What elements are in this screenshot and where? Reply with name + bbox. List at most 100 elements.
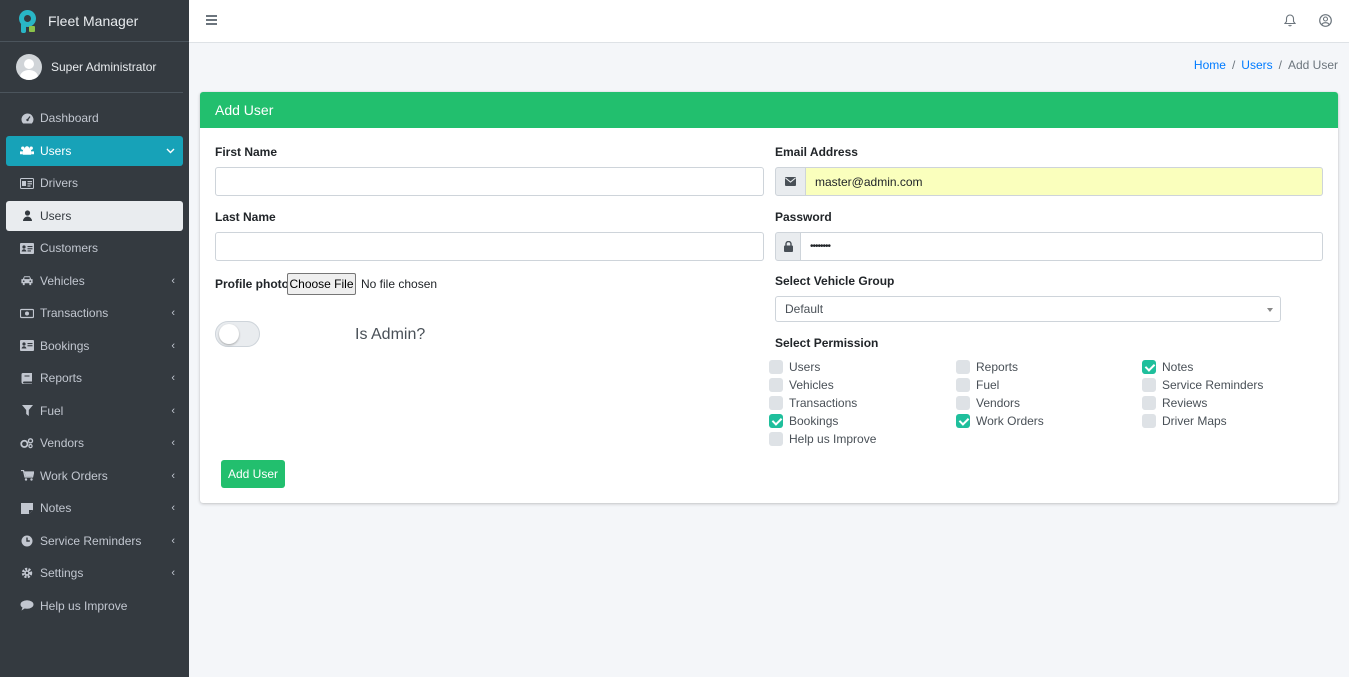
sidebar-item-work-orders[interactable]: Work Orders ‹ [6,461,183,491]
permission-label: Users [789,360,821,374]
email-input[interactable]: master@admin.com [806,167,1323,196]
checkbox-checked[interactable] [1142,360,1156,374]
checkbox-checked[interactable] [769,414,783,428]
sidebar-item-label: Fuel [40,403,64,418]
sidebar-item-help[interactable]: Help us Improve [6,591,183,621]
vehicle-group-select[interactable]: Default [775,296,1281,322]
brand[interactable]: Fleet Manager [0,0,189,42]
choose-file-button[interactable]: Choose File [287,273,356,295]
sidebar-item-bookings[interactable]: Bookings ‹ [6,331,183,361]
sidebar-item-reports[interactable]: Reports ‹ [6,363,183,393]
permission-transactions[interactable]: Transactions [769,396,857,410]
chevron-down-icon [166,145,175,157]
permission-label: Driver Maps [1162,414,1227,428]
last-name-label: Last Name [215,210,276,224]
sidebar-nav: Dashboard Users Drivers Users Customers … [0,103,189,621]
breadcrumb-home[interactable]: Home [1194,58,1226,72]
checkbox-checked[interactable] [956,414,970,428]
sidebar-item-label: Transactions [40,306,109,320]
permission-reviews[interactable]: Reviews [1142,396,1207,410]
sidebar-item-drivers[interactable]: Drivers [6,168,183,198]
sidebar-item-label: Notes [40,501,72,515]
permission-driver-maps[interactable]: Driver Maps [1142,414,1227,428]
chevron-left-icon: ‹ [171,502,175,514]
checkbox[interactable] [769,396,783,410]
fleet-logo-icon [18,9,38,33]
first-name-input[interactable] [215,167,764,196]
permission-fuel[interactable]: Fuel [956,378,999,392]
chevron-left-icon: ‹ [171,534,175,547]
permission-bookings[interactable]: Bookings [769,414,838,428]
is-admin-toggle[interactable] [215,321,260,347]
checkbox[interactable] [769,378,783,392]
sidebar-item-label: Service Reminders [40,533,142,548]
checkbox[interactable] [956,378,970,392]
sidebar-item-label: Vendors [40,436,85,450]
sidebar-item-notes[interactable]: Notes ‹ [6,493,183,523]
address-book-icon [20,340,34,352]
password-input[interactable]: •••••••• [801,232,1323,261]
user-circle-icon[interactable] [1319,14,1332,27]
permission-vehicles[interactable]: Vehicles [769,378,834,392]
checkbox[interactable] [1142,414,1156,428]
permission-vendors[interactable]: Vendors [956,396,1020,410]
topbar [189,0,1349,43]
permission-label: Fuel [976,378,1000,392]
permission-label: Bookings [789,414,839,428]
sidebar-item-label: Vehicles [40,273,85,288]
checkbox[interactable] [956,396,970,410]
checkbox[interactable] [1142,378,1156,392]
book-icon [20,372,34,384]
car-icon [20,275,34,287]
permission-label: Help us Improve [789,432,877,446]
permission-label: Reports [976,360,1019,374]
chevron-left-icon: ‹ [171,404,175,417]
sidebar-item-label: Bookings [40,338,90,353]
sidebar-item-label: Settings [40,566,84,580]
user-icon [20,210,34,222]
sidebar-item-dashboard[interactable]: Dashboard [6,103,183,133]
breadcrumb-separator: / [1278,58,1282,72]
vehicle-group-value: Default [785,302,824,316]
note-icon [20,502,34,514]
sidebar-item-transactions[interactable]: Transactions ‹ [6,298,183,328]
menu-toggle-icon[interactable] [206,15,217,25]
permission-work-orders[interactable]: Work Orders [956,414,1044,428]
last-name-input[interactable] [215,232,764,261]
checkbox[interactable] [956,360,970,374]
checkbox[interactable] [769,360,783,374]
permission-users[interactable]: Users [769,360,820,374]
filter-icon [20,405,34,417]
sidebar-item-vendors[interactable]: Vendors ‹ [6,428,183,458]
sidebar-item-label: Help us Improve [40,598,128,613]
cogs-icon [20,437,34,449]
permission-notes[interactable]: Notes [1142,360,1193,374]
checkbox[interactable] [769,432,783,446]
sidebar-item-fuel[interactable]: Fuel ‹ [6,396,183,426]
bell-icon[interactable] [1283,14,1297,27]
breadcrumb-separator: / [1231,58,1236,72]
sidebar-item-vehicles[interactable]: Vehicles ‹ [6,266,183,296]
sidebar-item-customers[interactable]: Customers [6,233,183,263]
email-label: Email Address [775,145,858,159]
permission-label: Vehicles [789,378,834,392]
permission-service-reminders[interactable]: Service Reminders [1142,378,1263,392]
sidebar-item-label: Dashboard [40,111,99,125]
sidebar-item-label: Users [40,208,72,223]
sidebar-item-users[interactable]: Users [6,200,183,231]
permission-label: Service Reminders [1162,378,1264,392]
checkbox[interactable] [1142,396,1156,410]
sidebar-item-service-reminders[interactable]: Service Reminders ‹ [6,526,183,556]
sidebar-item-users-group[interactable]: Users [6,135,183,166]
user-name: Super Administrator [51,60,157,74]
sidebar-item-label: Reports [40,371,83,385]
users-icon [20,145,34,157]
user-panel[interactable]: Super Administrator [0,42,183,93]
permission-help[interactable]: Help us Improve [769,432,876,446]
chevron-left-icon: ‹ [171,437,175,449]
email-field-group: master@admin.com [775,167,1323,196]
permission-reports[interactable]: Reports [956,360,1018,374]
add-user-button[interactable]: Add User [221,460,285,488]
breadcrumb-users[interactable]: Users [1241,58,1272,72]
sidebar-item-settings[interactable]: Settings ‹ [6,558,183,588]
